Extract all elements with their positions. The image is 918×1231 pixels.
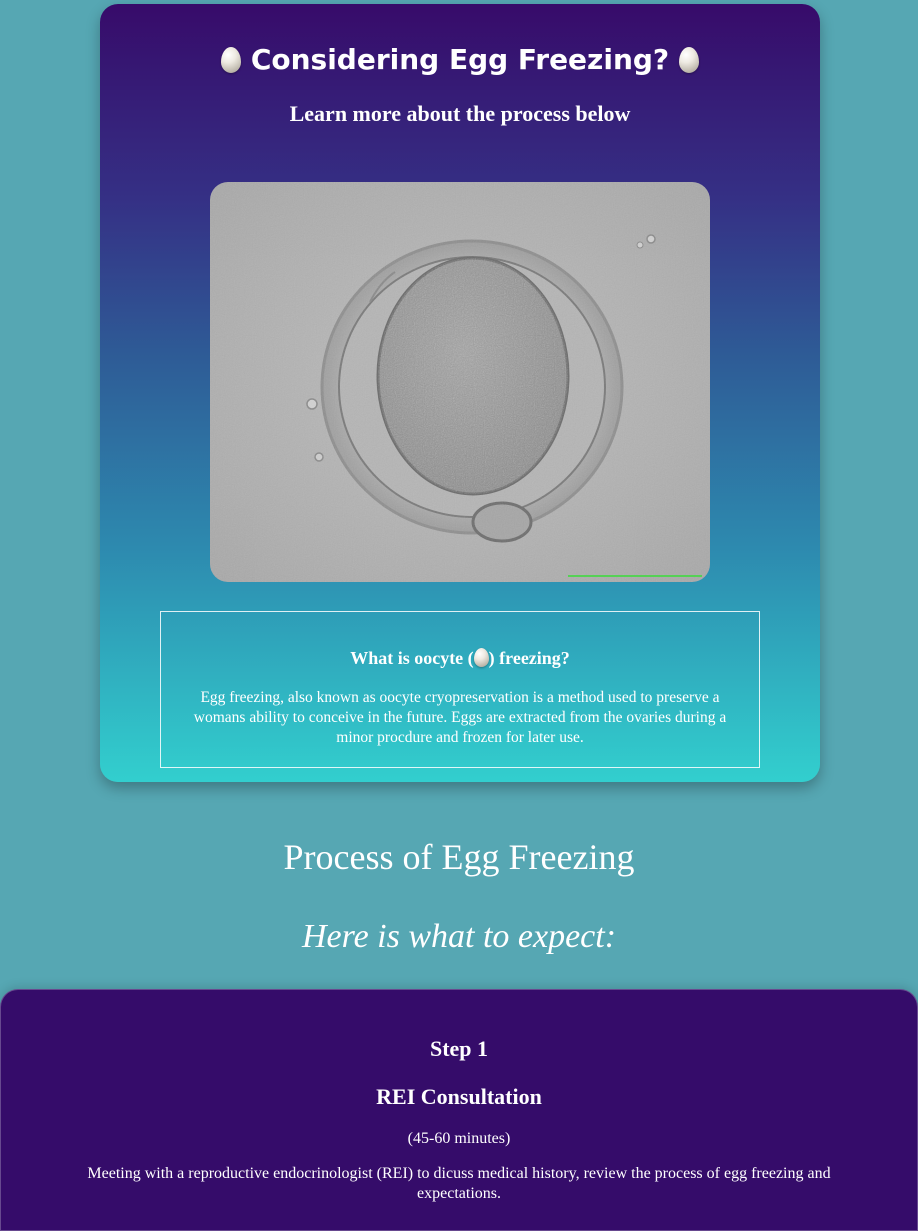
egg-icon: [678, 47, 699, 73]
process-subtitle: Here is what to expect:: [301, 918, 617, 955]
info-heading-suffix: ) freezing?: [488, 648, 570, 668]
egg-icon: [221, 47, 242, 73]
step-description: Meeting with a reproductive endocrinolog…: [87, 1165, 831, 1202]
info-text: Egg freezing, also known as oocyte cryop…: [193, 689, 727, 746]
info-box: What is oocyte ( ) freezing? Egg freezing…: [160, 611, 760, 768]
step-duration: (45-60 minutes): [407, 1130, 511, 1147]
hero-title-text: Considering Egg Freezing?: [250, 43, 670, 76]
hero-card: Considering Egg Freezing? Learn more abo…: [100, 4, 820, 782]
step-card: Step 1 REI Consultation (45-60 minutes) …: [0, 989, 918, 1231]
oocyte-image: [210, 182, 710, 582]
info-heading: What is oocyte ( ) freezing?: [161, 646, 759, 670]
hero-subtitle: Learn more about the process below: [289, 101, 631, 126]
info-heading-prefix: What is oocyte (: [350, 648, 474, 668]
step-title: REI Consultation: [376, 1084, 542, 1109]
process-title: Process of Egg Freezing: [283, 837, 635, 877]
step-number: Step 1: [429, 1036, 489, 1061]
egg-icon: [473, 648, 489, 667]
hero-title: Considering Egg Freezing?: [100, 42, 820, 78]
